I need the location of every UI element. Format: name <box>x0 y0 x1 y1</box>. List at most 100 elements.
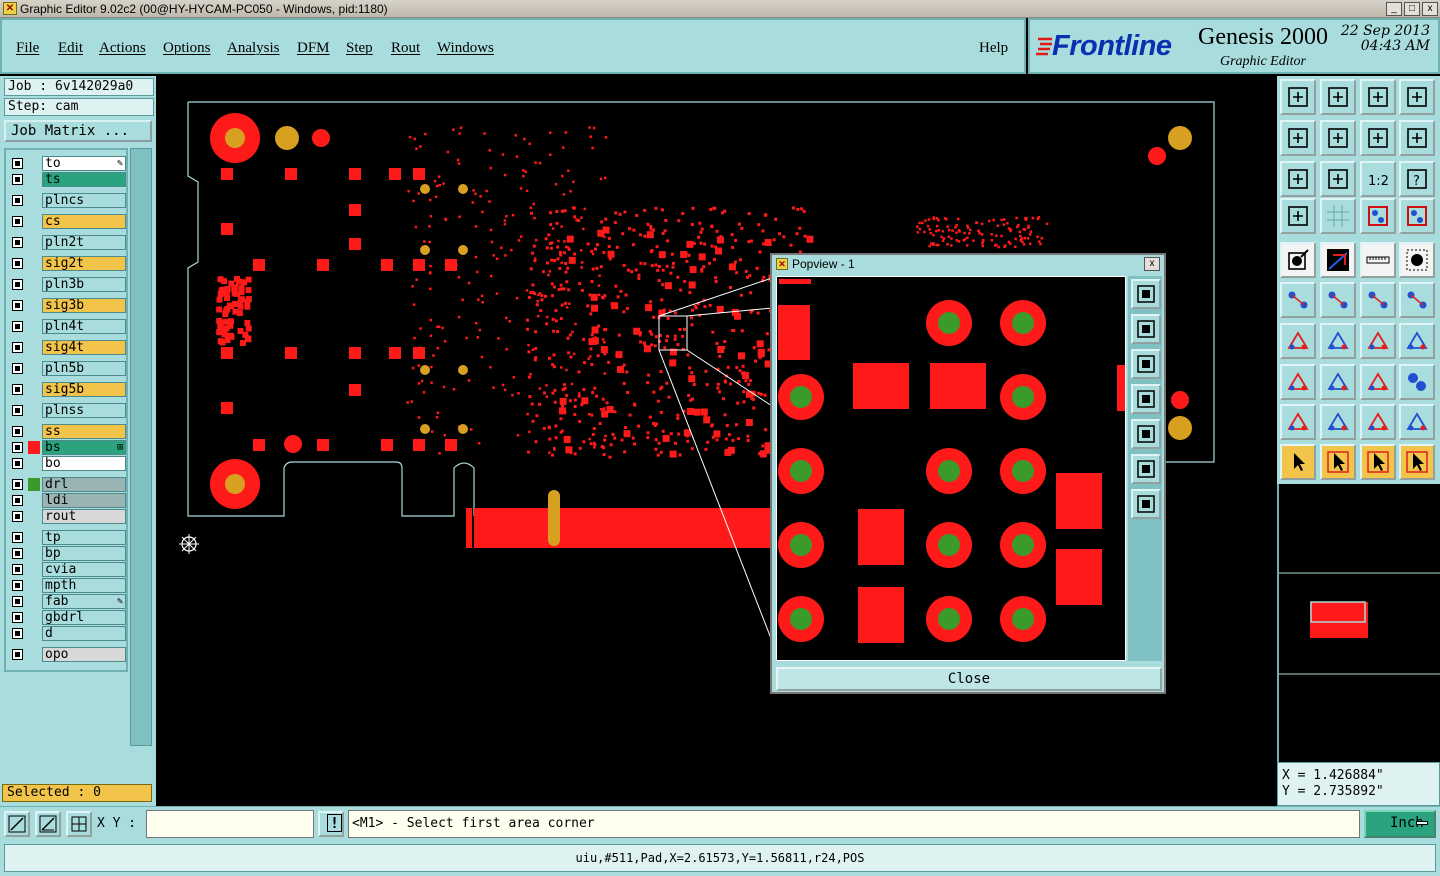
menu-edit[interactable]: Edit <box>58 40 83 57</box>
layer-checkbox[interactable] <box>12 511 23 522</box>
help-query-button[interactable]: ? <box>1399 161 1435 197</box>
layer-checkbox[interactable] <box>12 237 23 248</box>
home-button[interactable] <box>1360 79 1396 115</box>
layer-row-plncs[interactable]: plncs <box>8 193 126 208</box>
layer-checkbox[interactable] <box>12 479 23 490</box>
menu-windows[interactable]: Windows <box>437 40 494 57</box>
menu-options[interactable]: Options <box>163 40 211 57</box>
info-button[interactable]: ! <box>318 811 344 837</box>
layer-name[interactable]: cvia <box>42 562 126 577</box>
layer-name[interactable]: bs ⊞ <box>42 440 126 455</box>
layer-name[interactable]: tp <box>42 530 126 545</box>
connect-button[interactable] <box>1280 282 1316 318</box>
layer-checkbox[interactable] <box>12 532 23 543</box>
grid-view-button[interactable] <box>1320 198 1356 234</box>
pan-right-button[interactable] <box>1320 120 1356 156</box>
layer-checkbox[interactable] <box>12 495 23 506</box>
path-pointer-button[interactable] <box>1399 444 1435 480</box>
layer-row-pln3b[interactable]: pln3b <box>8 277 126 292</box>
layer-checkbox[interactable] <box>12 442 23 453</box>
layer-name[interactable]: sig4t <box>42 340 126 355</box>
layer-name[interactable]: sig3b <box>42 298 126 313</box>
layer-name[interactable]: opo <box>42 647 126 662</box>
feature-select-button[interactable] <box>1280 242 1316 278</box>
popview-zoom-view[interactable] <box>777 277 1125 660</box>
layer-checkbox[interactable] <box>12 279 23 290</box>
layer-row-plnss[interactable]: plnss <box>8 403 126 418</box>
redraw-button[interactable] <box>1399 120 1435 156</box>
layer-row-bs[interactable]: bs ⊞ <box>8 440 126 455</box>
layer-row-sig2t[interactable]: sig2t <box>8 256 126 271</box>
snap-toggle-button[interactable] <box>4 811 30 837</box>
layer-name[interactable]: sig5b <box>42 382 126 397</box>
layer-name[interactable]: to ✎ <box>42 156 126 171</box>
layer-checkbox[interactable] <box>12 174 23 185</box>
layer-checkbox[interactable] <box>12 564 23 575</box>
layer-row-bo[interactable]: bo <box>8 456 126 471</box>
overview-panel[interactable] <box>1277 484 1440 762</box>
delete-button[interactable] <box>1320 282 1356 318</box>
layer-row-cs[interactable]: cs <box>8 214 126 229</box>
layer-checkbox[interactable] <box>12 612 23 623</box>
polygon-tool-button[interactable] <box>1280 404 1316 440</box>
pop-center-button[interactable] <box>1131 489 1161 519</box>
layer-row-pln2t[interactable]: pln2t <box>8 235 126 250</box>
grid-toggle-button[interactable] <box>66 811 92 837</box>
layer-name[interactable]: gbdrl <box>42 610 126 625</box>
layer-row-pln5b[interactable]: pln5b <box>8 361 126 376</box>
layer-checkbox[interactable] <box>12 458 23 469</box>
layer-row-drl[interactable]: drl <box>8 477 126 492</box>
layer-name[interactable]: rout <box>42 509 126 524</box>
layer-row-rout[interactable]: rout <box>8 509 126 524</box>
popview-close-button[interactable]: Close <box>776 667 1162 691</box>
layer-row-sig5b[interactable]: sig5b <box>8 382 126 397</box>
pad-button[interactable] <box>1399 242 1435 278</box>
layer-row-sig4t[interactable]: sig4t <box>8 340 126 355</box>
units-selector[interactable]: Inch <box>1364 810 1436 838</box>
layer-name[interactable]: pln2t <box>42 235 126 250</box>
xy-input[interactable] <box>146 810 314 838</box>
layer-checkbox[interactable] <box>12 321 23 332</box>
layer-row-sig3b[interactable]: sig3b <box>8 298 126 313</box>
layer-checkbox[interactable] <box>12 342 23 353</box>
layer-checkbox[interactable] <box>12 649 23 660</box>
layer-name[interactable]: ts <box>42 172 126 187</box>
layer-snap-button[interactable] <box>1360 198 1396 234</box>
pop-fit-button[interactable] <box>1131 454 1161 484</box>
zoom-home-button[interactable] <box>1280 79 1316 115</box>
pop-pan-left-button[interactable] <box>1131 384 1161 414</box>
split-button[interactable] <box>1320 364 1356 400</box>
layer-name[interactable]: d <box>42 626 126 641</box>
layer-row-fab[interactable]: fab ✎ <box>8 594 126 609</box>
zoom-out-button[interactable] <box>1320 79 1356 115</box>
layer-row-bp[interactable]: bp <box>8 546 126 561</box>
layer-row-cvia[interactable]: cvia <box>8 562 126 577</box>
layer-name[interactable]: fab ✎ <box>42 594 126 609</box>
add-via-button[interactable] <box>1399 282 1435 318</box>
layer-row-pln4t[interactable]: pln4t <box>8 319 126 334</box>
layer-name[interactable]: sig2t <box>42 256 126 271</box>
surface-tool-button[interactable] <box>1360 404 1396 440</box>
layer-name[interactable]: ss <box>42 424 126 439</box>
layer-checkbox[interactable] <box>12 258 23 269</box>
layer-name[interactable]: cs <box>42 214 126 229</box>
layer-row-tp[interactable]: tp <box>8 530 126 545</box>
menu-actions[interactable]: Actions <box>99 40 146 57</box>
add-pad-button[interactable] <box>1360 282 1396 318</box>
pop-pan-down-button[interactable] <box>1131 349 1161 379</box>
menu-step[interactable]: Step <box>346 40 373 57</box>
popview-canvas[interactable] <box>776 276 1126 661</box>
pan-left-button[interactable] <box>1280 120 1316 156</box>
layer-name[interactable]: ldi <box>42 493 126 508</box>
layer-row-mpth[interactable]: mpth <box>8 578 126 593</box>
triangle-tool-button[interactable] <box>1320 404 1356 440</box>
minimize-button[interactable]: _ <box>1386 2 1402 16</box>
angle-mode-button[interactable] <box>35 811 61 837</box>
mirror-button[interactable] <box>1399 323 1435 359</box>
layer-checkbox[interactable] <box>12 384 23 395</box>
pop-pan-right-button[interactable] <box>1131 419 1161 449</box>
point-tool-button[interactable] <box>1280 364 1316 400</box>
layer-checkbox[interactable] <box>12 300 23 311</box>
layer-checkbox[interactable] <box>12 216 23 227</box>
layer-row-gbdrl[interactable]: gbdrl <box>8 610 126 625</box>
